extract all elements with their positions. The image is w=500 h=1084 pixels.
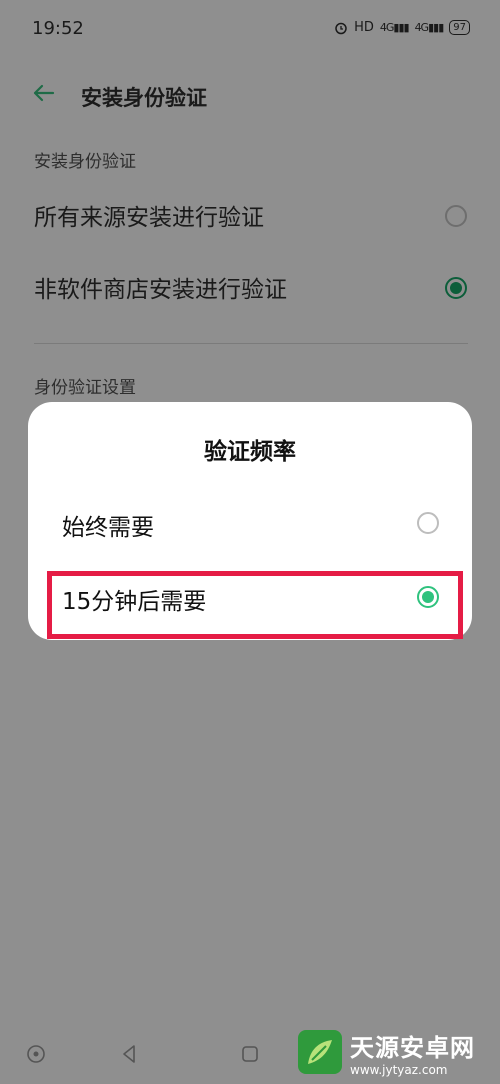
status-icons: HD 4G▮▮▮ 4G▮▮▮ 97 [334,20,470,35]
network-type-2: 4G [414,21,429,34]
watermark-url: www.jytyaz.com [350,1062,448,1077]
section-label-verify-settings: 身份验证设置 [34,378,136,398]
signal-icon-1: 4G▮▮▮ [379,21,410,34]
option-row-all-sources[interactable]: 所有来源安装进行验证 [0,180,500,250]
watermark-text: 天源安卓网 www.jytyaz.com [350,1028,475,1077]
status-time: 19:52 [32,18,84,39]
watermark-name: 天源安卓网 [350,1033,475,1062]
dialog-title: 验证频率 [204,439,296,465]
option-label: 始终需要 [62,515,154,541]
dialog-option-always[interactable]: 始终需要 [28,492,472,556]
section-label-install-verify: 安装身份验证 [34,152,136,172]
nav-back-icon[interactable] [117,1042,141,1066]
radio-unselected[interactable] [417,512,439,534]
option-label: 非软件商店安装进行验证 [34,277,287,303]
page-header: 安装身份验证 [0,70,500,120]
radio-selected[interactable] [445,277,467,299]
option-label: 所有来源安装进行验证 [34,205,264,231]
option-row-non-store[interactable]: 非软件商店安装进行验证 [0,252,500,322]
back-arrow-icon[interactable] [30,80,56,106]
signal-icon-2: 4G▮▮▮ [414,21,445,34]
divider [34,343,468,344]
status-bar: 19:52 HD 4G▮▮▮ 4G▮▮▮ 97 [0,0,500,60]
page-title: 安装身份验证 [81,86,207,110]
watermark-logo-icon [298,1030,342,1074]
alarm-icon [335,22,347,34]
battery-icon: 97 [449,20,470,35]
highlight-box [47,571,463,639]
nav-assistant-icon[interactable] [24,1042,48,1066]
nav-home-icon[interactable] [238,1042,262,1066]
network-type-1: 4G [379,21,394,34]
radio-unselected[interactable] [445,205,467,227]
watermark: 天源安卓网 www.jytyaz.com [298,1022,498,1082]
hd-indicator: HD [354,20,374,35]
